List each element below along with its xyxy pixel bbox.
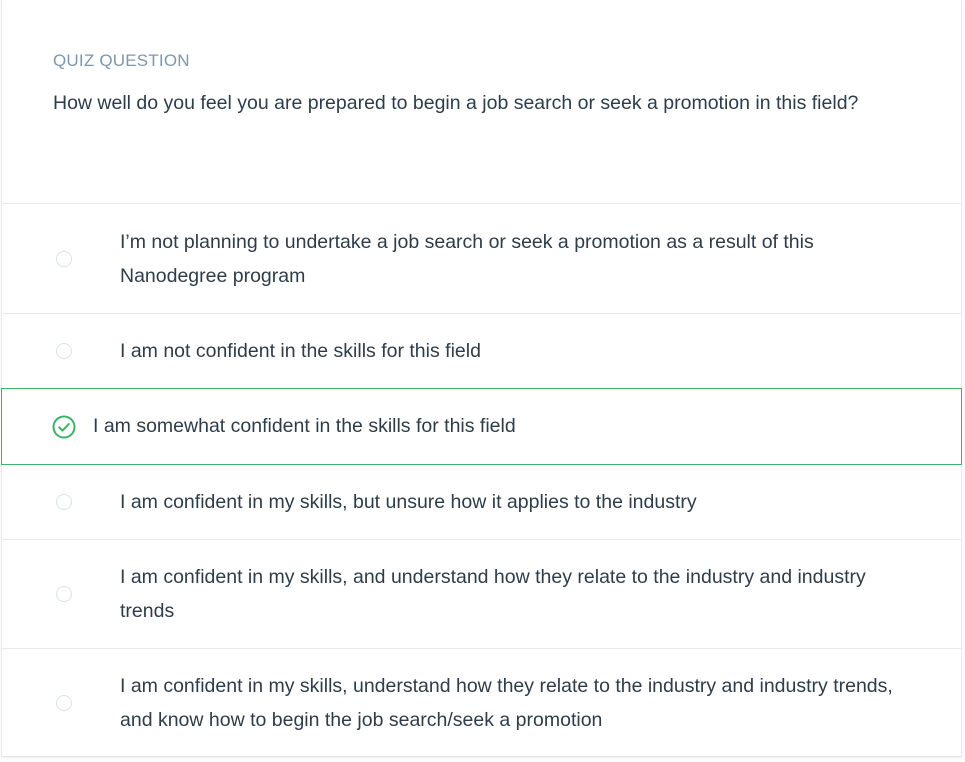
- radio-empty-icon[interactable]: [56, 695, 72, 711]
- answer-option-6[interactable]: I am confident in my skills, understand …: [2, 649, 961, 757]
- quiz-question: How well do you feel you are prepared to…: [53, 92, 859, 114]
- radio-empty-icon[interactable]: [56, 494, 72, 510]
- answer-option-text: I am somewhat confident in the skills fo…: [93, 415, 516, 437]
- check-circle-icon[interactable]: [52, 415, 76, 439]
- radio-empty-icon[interactable]: [56, 343, 72, 359]
- answer-option-4[interactable]: I am confident in my skills, but unsure …: [2, 465, 961, 540]
- answer-option-5[interactable]: I am confident in my skills, and underst…: [2, 540, 961, 649]
- answer-option-text: I am confident in my skills, and underst…: [120, 566, 866, 622]
- answer-option-text: I am confident in my skills, understand …: [120, 675, 893, 731]
- answer-option-3[interactable]: I am somewhat confident in the skills fo…: [1, 388, 962, 465]
- radio-empty-icon[interactable]: [56, 586, 72, 602]
- answer-option-2[interactable]: I am not confident in the skills for thi…: [2, 314, 961, 389]
- answer-option-text: I am confident in my skills, but unsure …: [120, 491, 697, 513]
- quiz-card: QUIZ QUESTION How well do you feel you a…: [1, 0, 962, 757]
- radio-empty-icon[interactable]: [56, 251, 72, 267]
- quiz-header: QUIZ QUESTION How well do you feel you a…: [2, 0, 961, 204]
- quiz-label: QUIZ QUESTION: [53, 51, 190, 70]
- answer-option-1[interactable]: I’m not planning to undertake a job sear…: [2, 204, 961, 314]
- answer-option-text: I’m not planning to undertake a job sear…: [120, 231, 814, 287]
- answer-option-text: I am not confident in the skills for thi…: [120, 340, 481, 362]
